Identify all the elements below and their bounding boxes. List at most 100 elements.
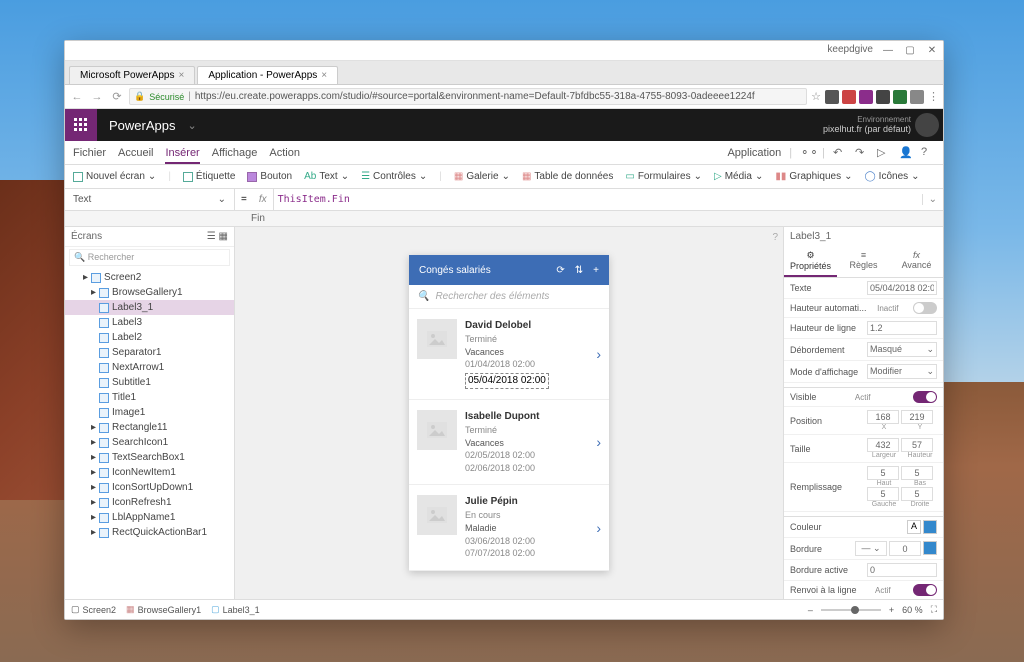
property-select[interactable]: Masqué⌄ [867, 342, 937, 357]
tree-node[interactable]: Label3_1 [65, 300, 234, 315]
property-input[interactable] [867, 563, 937, 577]
help-icon[interactable]: ? [772, 232, 778, 243]
property-input[interactable] [867, 438, 899, 452]
new-screen-button[interactable]: Nouvel écran ⌄ [73, 171, 156, 182]
forward-button[interactable]: → [89, 89, 105, 105]
tree-node[interactable]: NextArrow1 [65, 360, 234, 375]
label-button[interactable]: Étiquette [183, 171, 235, 182]
zoom-slider[interactable] [821, 609, 881, 611]
url-input[interactable]: 🔒 Sécurisé | https://eu.create.powerapps… [129, 88, 807, 105]
extension-icon[interactable] [842, 90, 856, 104]
tree-node[interactable]: ▸ Rectangle11 [65, 420, 234, 435]
design-canvas[interactable]: ? Congés salariés ⟳ ⇅ + 🔍 Rechercher des… [235, 227, 783, 599]
app-launcher-icon[interactable] [65, 109, 97, 141]
maximize-button[interactable]: ▢ [903, 44, 917, 58]
play-icon[interactable]: ▷ [877, 146, 891, 160]
ribbon-file[interactable]: Fichier [73, 147, 106, 159]
chevron-down-icon[interactable]: ⌄ [187, 119, 196, 132]
tree-node[interactable]: ▸ Screen2 [65, 270, 234, 285]
tab-properties[interactable]: ⚙Propriétés [784, 246, 837, 277]
tree-node[interactable]: Label3 [65, 315, 234, 330]
property-selector[interactable]: Text⌄ [65, 189, 235, 210]
tree-node[interactable]: ▸ RectQuickActionBar1 [65, 525, 234, 540]
browser-tab[interactable]: Microsoft PowerApps× [69, 66, 195, 84]
tree-node[interactable]: ▸ SearchIcon1 [65, 435, 234, 450]
tab-advanced[interactable]: fxAvancé [890, 246, 943, 277]
breadcrumb[interactable]: ▦ BrowseGallery1 [126, 604, 201, 615]
close-icon[interactable]: × [178, 70, 184, 81]
extension-icon[interactable] [859, 90, 873, 104]
color-swatch[interactable] [923, 520, 937, 534]
tree-node[interactable]: ▸ BrowseGallery1 [65, 285, 234, 300]
tree-node[interactable]: ▸ IconNewItem1 [65, 465, 234, 480]
browser-tab[interactable]: Application - PowerApps× [197, 66, 338, 84]
tree-search-input[interactable]: 🔍 Rechercher [69, 249, 230, 266]
star-icon[interactable]: ☆ [811, 90, 821, 103]
property-input[interactable] [867, 410, 899, 424]
formula-input[interactable]: ThisItem.Fin [274, 194, 923, 205]
ribbon-insert[interactable]: Insérer [165, 147, 199, 164]
button-button[interactable]: Bouton [247, 171, 292, 182]
fx-icon[interactable]: fx [253, 189, 274, 210]
extension-icon[interactable] [893, 90, 907, 104]
chevron-right-icon[interactable]: › [596, 346, 601, 362]
tree-node[interactable]: Title1 [65, 390, 234, 405]
tree-node[interactable]: ▸ IconRefresh1 [65, 495, 234, 510]
extension-icon[interactable] [825, 90, 839, 104]
ribbon-view[interactable]: Affichage [212, 147, 258, 159]
icons-dropdown[interactable]: ◯Icônes ⌄ [864, 171, 919, 182]
property-input[interactable] [867, 281, 937, 295]
add-icon[interactable]: + [593, 265, 599, 276]
zoom-in-button[interactable]: + [889, 605, 894, 615]
search-input[interactable]: 🔍 Rechercher des éléments [409, 285, 609, 309]
charts-dropdown[interactable]: ▮▮Graphiques ⌄ [775, 171, 852, 182]
fit-button[interactable]: ⛶ [931, 604, 937, 615]
list-item[interactable]: David DelobelTerminéVacances01/04/2018 0… [409, 309, 609, 400]
text-dropdown[interactable]: AbText ⌄ [304, 171, 349, 182]
zoom-out-button[interactable]: – [808, 605, 813, 615]
help-icon[interactable]: ? [921, 146, 935, 160]
media-dropdown[interactable]: ▷Média ⌄ [714, 171, 763, 182]
chevron-right-icon[interactable]: › [596, 434, 601, 450]
profile-icon[interactable]: 👤 [899, 146, 913, 160]
property-select[interactable]: Modifier⌄ [867, 364, 937, 379]
list-item[interactable]: Isabelle DupontTerminéVacances02/05/2018… [409, 400, 609, 485]
extension-icon[interactable] [876, 90, 890, 104]
list-icon[interactable]: ☰ [207, 231, 216, 242]
refresh-icon[interactable]: ⟳ [556, 265, 564, 276]
tree-node[interactable]: ▸ LblAppName1 [65, 510, 234, 525]
menu-icon[interactable]: ⋮ [928, 90, 939, 103]
undo-icon[interactable]: ↶ [833, 146, 847, 160]
ribbon-application[interactable]: Application [727, 147, 781, 159]
selected-label[interactable]: 05/04/2018 02:00 [465, 373, 549, 389]
color-swatch[interactable] [923, 541, 937, 555]
sort-icon[interactable]: ⇅ [575, 265, 583, 276]
datatable-button[interactable]: ▦Table de données [522, 171, 613, 182]
toggle[interactable] [913, 302, 937, 314]
reload-button[interactable]: ⟳ [109, 89, 125, 105]
property-input[interactable] [901, 438, 933, 452]
forms-dropdown[interactable]: ▭Formulaires ⌄ [625, 171, 702, 182]
tree-node[interactable]: Separator1 [65, 345, 234, 360]
avatar[interactable] [915, 113, 939, 137]
tab-rules[interactable]: ≡Règles [837, 246, 890, 277]
property-input[interactable] [901, 410, 933, 424]
list-item[interactable]: Julie PépinEn coursMaladie03/06/2018 02:… [409, 485, 609, 570]
controls-dropdown[interactable]: ☰Contrôles ⌄ [361, 171, 427, 182]
close-icon[interactable]: × [321, 70, 327, 81]
toggle[interactable] [913, 391, 937, 403]
tree-node[interactable]: ▸ TextSearchBox1 [65, 450, 234, 465]
grid-icon[interactable]: ▦ [219, 231, 228, 242]
tree-node[interactable]: Image1 [65, 405, 234, 420]
breadcrumb[interactable]: ▢ Label3_1 [211, 604, 260, 615]
back-button[interactable]: ← [69, 89, 85, 105]
tree-node[interactable]: ▸ IconSortUpDown1 [65, 480, 234, 495]
minimize-button[interactable]: — [881, 44, 895, 58]
tree-node[interactable]: Label2 [65, 330, 234, 345]
redo-icon[interactable]: ↷ [855, 146, 869, 160]
breadcrumb[interactable]: ▢ Screen2 [71, 604, 116, 615]
tree-node[interactable]: Subtitle1 [65, 375, 234, 390]
gallery-dropdown[interactable]: ▦Galerie ⌄ [454, 171, 510, 182]
extension-icon[interactable] [910, 90, 924, 104]
toggle[interactable] [913, 584, 937, 596]
